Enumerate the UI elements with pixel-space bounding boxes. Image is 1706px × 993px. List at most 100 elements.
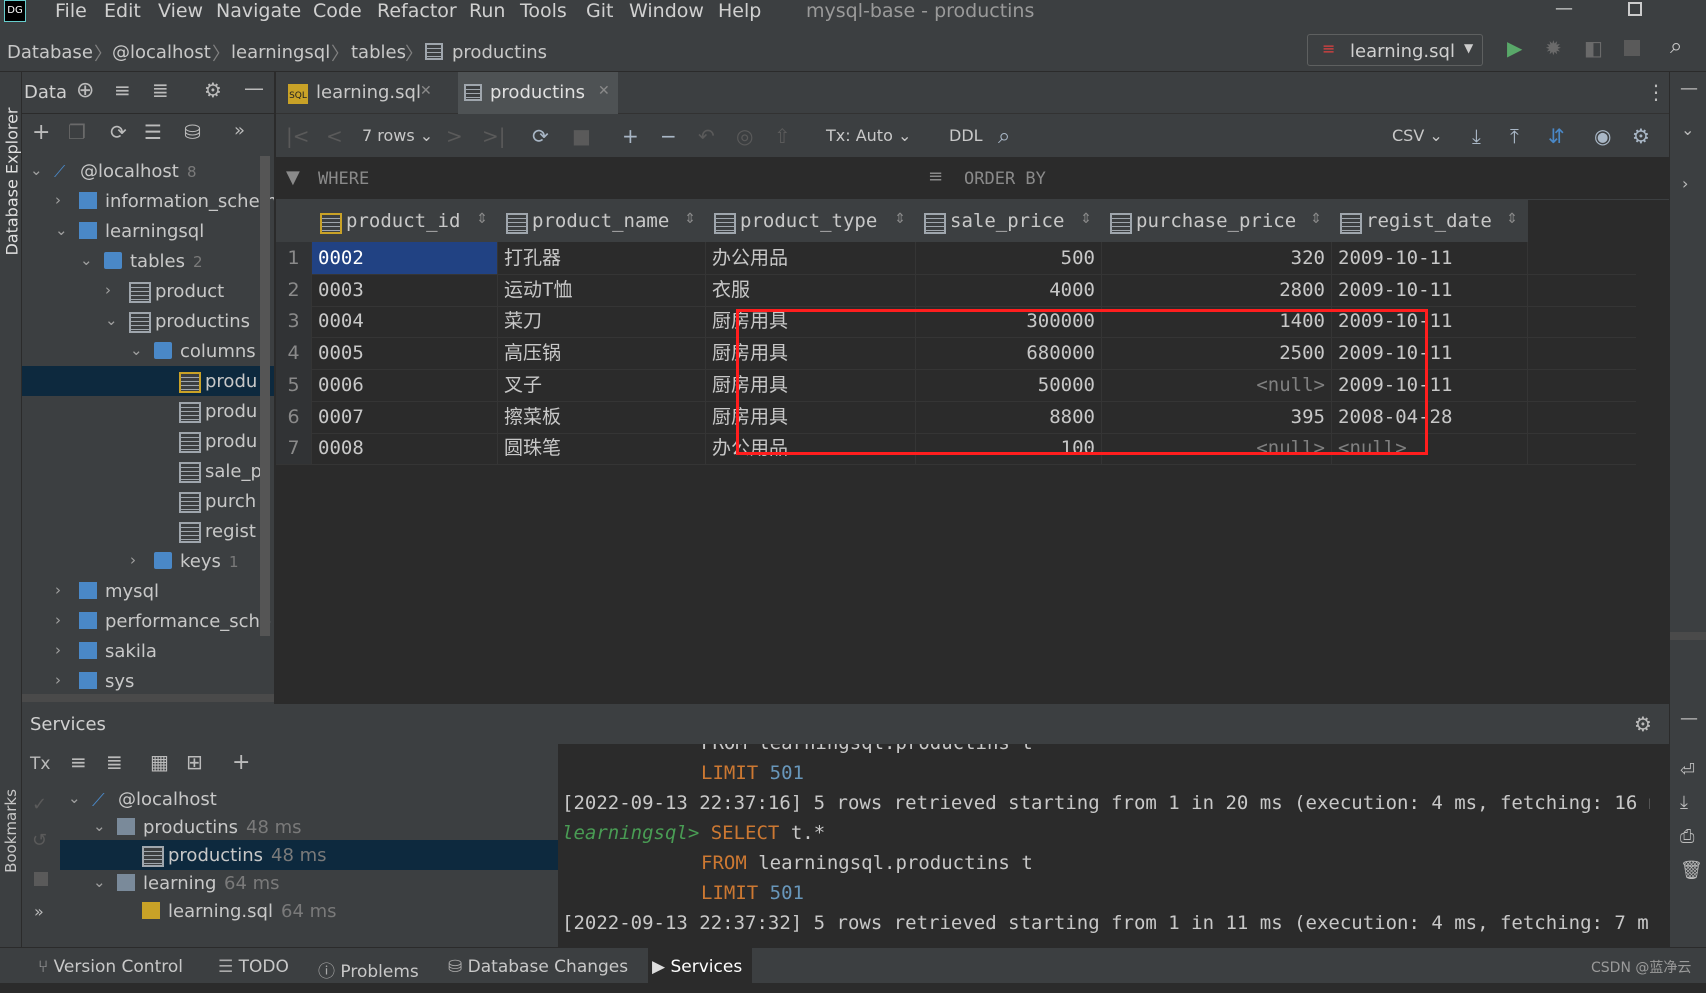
table-cell[interactable]: 叉子	[498, 368, 706, 401]
table-cell[interactable]: 2800	[1102, 273, 1332, 306]
soft-wrap-icon[interactable]: ⏎	[1680, 762, 1695, 780]
table-cell[interactable]: 0003	[312, 273, 498, 306]
more-vertical-icon[interactable]: ⋮	[1646, 82, 1666, 102]
table-cell[interactable]: 菜刀	[498, 305, 706, 338]
tree-item[interactable]: ⌄ productins	[22, 306, 274, 336]
chevron-down-icon[interactable]: ⌄	[80, 251, 93, 269]
chevron-down-icon[interactable]: ⌄	[30, 161, 43, 179]
rows-count-select[interactable]: 7 rows ⌄	[362, 126, 433, 145]
table-cell[interactable]: 运动T恤	[498, 273, 706, 306]
more-icon[interactable]: »	[234, 122, 245, 140]
services-tree-item[interactable]: productins 48 ms	[60, 840, 558, 870]
expand-all-icon[interactable]: ≡	[70, 752, 87, 772]
chevron-right-icon[interactable]: ›	[55, 191, 61, 209]
chevron-down-icon[interactable]: ⌄	[130, 341, 143, 359]
close-icon[interactable]: ✕	[598, 84, 610, 98]
column-header-purchase-price[interactable]: purchase_price ⇕	[1102, 200, 1333, 242]
table-cell[interactable]: 4000	[916, 273, 1102, 306]
table-cell[interactable]: 擦菜板	[498, 400, 706, 433]
download-icon[interactable]: ⤓	[1472, 124, 1481, 148]
table-cell[interactable]: 0004	[312, 305, 498, 338]
table-cell[interactable]: 圆珠笔	[498, 432, 706, 465]
tree-item[interactable]: sale_p	[22, 456, 274, 486]
new-tab-icon[interactable]: ⊞	[186, 752, 203, 772]
sort-icon[interactable]: ⇕	[1080, 211, 1092, 227]
grid-scrollbar[interactable]	[1670, 632, 1706, 640]
search-icon[interactable]: ⌕	[1670, 36, 1682, 58]
breadcrumb-table[interactable]: productins	[452, 42, 547, 63]
upload-icon[interactable]: ⤒	[1510, 124, 1519, 148]
sort-icon[interactable]: ⇕	[684, 211, 696, 227]
run-icon[interactable]: ▶	[1507, 38, 1522, 58]
group-icon[interactable]: ▦	[150, 752, 169, 772]
export-format-select[interactable]: CSV ⌄	[1392, 126, 1443, 145]
table-cell[interactable]: 0002	[312, 242, 498, 274]
eye-icon[interactable]: ◉	[1594, 124, 1611, 148]
minimize-icon[interactable]: —	[1555, 0, 1573, 18]
tree-item[interactable]: ⌄ tables 2	[22, 246, 274, 276]
tree-item[interactable]: › sys	[22, 666, 274, 696]
menu-file[interactable]: File	[55, 0, 87, 22]
tree-item[interactable]: produ	[22, 396, 274, 426]
tree-scrollbar[interactable]	[260, 156, 270, 636]
chevron-right-icon[interactable]: ›	[1682, 176, 1688, 192]
chevron-down-icon[interactable]: ⌄	[55, 221, 68, 239]
add-row-icon[interactable]: +	[622, 124, 639, 148]
tree-item[interactable]: purch	[22, 486, 274, 516]
table-cell[interactable]: 办公用品	[706, 242, 916, 274]
database-explorer-tab[interactable]: Database Explorer	[3, 92, 22, 272]
gear-icon[interactable]: ⚙	[1632, 124, 1650, 148]
breadcrumb-schema[interactable]: learningsql	[231, 42, 330, 63]
tree-item[interactable]: ⌄ columns	[22, 336, 274, 366]
tree-item[interactable]: regist	[22, 516, 274, 546]
breadcrumb-tables[interactable]: tables	[351, 42, 406, 63]
column-header-regist-date[interactable]: regist_date ⇕	[1332, 200, 1529, 242]
previous-page-icon[interactable]: <	[326, 124, 343, 148]
table-cell[interactable]: 500	[916, 242, 1102, 274]
database-changes-tab[interactable]: ⛁ Database Changes	[448, 957, 628, 977]
menu-edit[interactable]: Edit	[104, 0, 141, 22]
search-icon[interactable]: ⌕	[998, 124, 1010, 149]
table-cell[interactable]: 打孔器	[498, 242, 706, 274]
rollback-icon[interactable]: ↺	[32, 832, 47, 850]
sort-icon[interactable]: ⇕	[1506, 211, 1518, 227]
chevron-right-icon[interactable]: ›	[105, 281, 111, 299]
where-input[interactable]: WHERE	[318, 169, 838, 189]
ddl-button[interactable]: DDL	[949, 126, 983, 145]
refresh-icon[interactable]: ⟳	[532, 124, 549, 148]
gear-icon[interactable]: ⚙	[1634, 714, 1652, 734]
column-header-sale-price[interactable]: sale_price ⇕	[916, 200, 1103, 242]
order-by-input[interactable]: ORDER BY	[964, 169, 1564, 189]
tab-learning-sql[interactable]: SQL learning.sql ✕	[284, 72, 436, 114]
more-icon[interactable]: »	[34, 904, 44, 920]
todo-tab[interactable]: ☰ TODO	[218, 957, 289, 977]
services-tree-item[interactable]: ⌄ ⟋ @localhost	[60, 784, 558, 814]
print-icon[interactable]: ⎙	[1680, 828, 1694, 846]
run-configuration-select[interactable]: ≡ learning.sql ▼	[1307, 34, 1483, 66]
sort-icon[interactable]: ⇕	[894, 211, 906, 227]
delete-row-icon[interactable]: −	[660, 124, 677, 148]
table-cell[interactable]: 320	[1102, 242, 1332, 274]
menu-view[interactable]: View	[158, 0, 203, 22]
refresh-icon[interactable]: ⟳	[110, 122, 127, 142]
table-cell[interactable]: 0007	[312, 400, 498, 433]
tree-hscrollbar[interactable]	[22, 694, 274, 702]
minimize-panel-icon[interactable]: —	[1680, 710, 1698, 728]
menu-run[interactable]: Run	[469, 0, 505, 22]
check-icon[interactable]: ✓	[32, 796, 47, 814]
scroll-to-end-icon[interactable]: ⤓	[1680, 794, 1688, 812]
table-cell[interactable]: 高压锅	[498, 337, 706, 370]
table-row[interactable]: 2 0003 运动T恤 衣服 4000 2800 2009-10-11	[276, 273, 1636, 307]
chevron-down-icon[interactable]: ⌄	[1681, 122, 1694, 138]
menu-code[interactable]: Code	[313, 0, 362, 22]
revert-icon[interactable]: ↶	[698, 124, 715, 148]
services-tab[interactable]: ▶ Services	[648, 948, 753, 993]
bookmarks-tab[interactable]: Bookmarks	[2, 776, 20, 886]
tree-item[interactable]: produ	[22, 366, 274, 396]
menu-refactor[interactable]: Refactor	[377, 0, 457, 22]
debug-icon[interactable]: ✹	[1545, 38, 1562, 58]
collapse-all-icon[interactable]: ≣	[106, 752, 123, 772]
chevron-right-icon[interactable]: ›	[55, 671, 61, 689]
chevron-down-icon[interactable]: ⌄	[93, 873, 106, 891]
compare-icon[interactable]: ⇵	[1548, 124, 1565, 148]
